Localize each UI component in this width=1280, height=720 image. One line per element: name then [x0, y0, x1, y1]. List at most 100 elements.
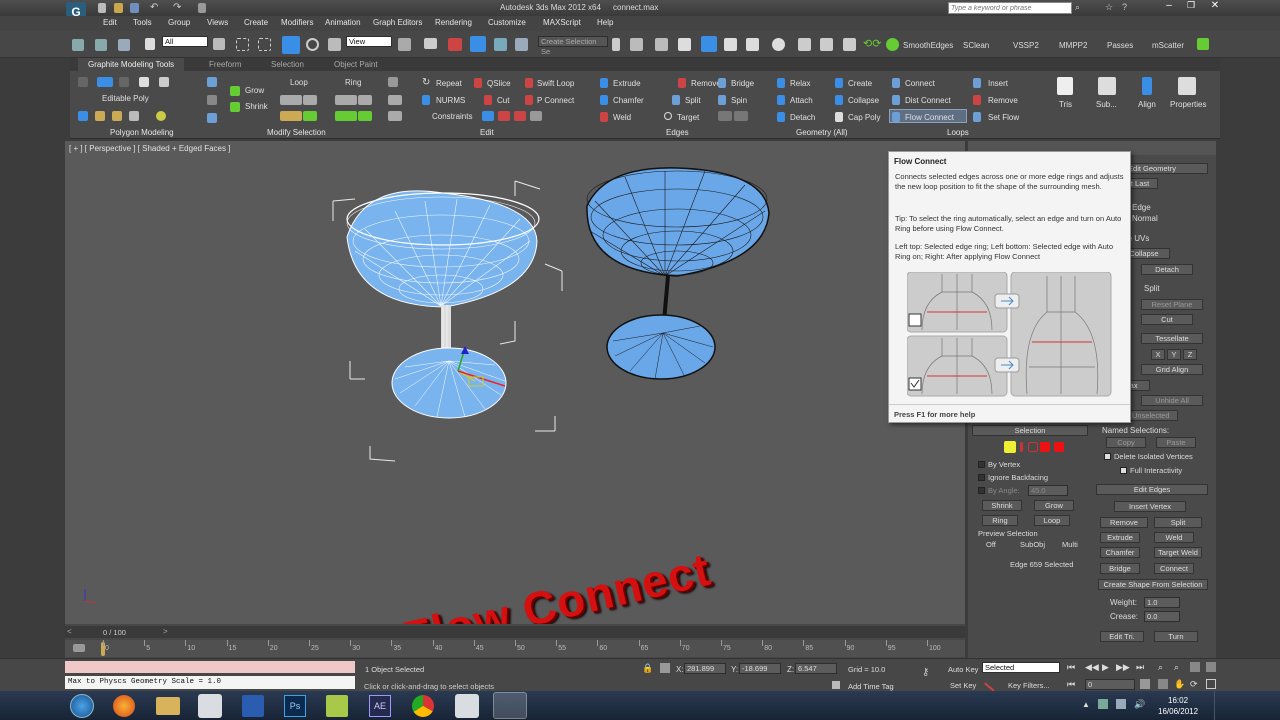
zoom-extents-icon[interactable] [1190, 662, 1200, 672]
weight-spinner[interactable]: 1.0 [1144, 597, 1180, 608]
current-frame-field[interactable]: 0 [1085, 679, 1135, 690]
loop-grow-icon[interactable] [280, 95, 302, 105]
y-coordinate-field[interactable]: -18.699 [739, 663, 781, 674]
set-key-button[interactable]: Set Key [950, 681, 976, 690]
insert-button[interactable]: Insert [988, 79, 1008, 88]
grid-icon[interactable] [1197, 38, 1209, 50]
restore-icon[interactable]: ❐ [1182, 0, 1200, 14]
schematic-view-icon[interactable] [746, 38, 759, 51]
grow-button[interactable]: Grow [245, 86, 264, 95]
save-icon[interactable] [130, 3, 139, 13]
chamfer-icon[interactable] [600, 95, 608, 105]
edge-extra-icon[interactable] [718, 111, 732, 121]
chamfer-button[interactable]: Chamfer [613, 96, 644, 105]
chrome-icon[interactable] [412, 695, 434, 717]
z-button[interactable]: Z [1183, 349, 1197, 360]
goto-start-icon[interactable]: ⏮ [1067, 662, 1075, 673]
bridge-icon[interactable] [718, 78, 726, 88]
redo-icon[interactable]: ↷ [173, 3, 183, 13]
collapse-button[interactable]: Collapse [848, 96, 879, 105]
tray-arrow-icon[interactable]: ▲ [1082, 700, 1090, 709]
scale-icon[interactable] [328, 38, 341, 51]
select-by-icon[interactable] [388, 77, 398, 87]
loop-remove-button[interactable]: Remove [988, 96, 1018, 105]
render-setup-icon[interactable] [798, 38, 811, 51]
pan-icon[interactable]: ✋ [1174, 679, 1185, 690]
mirror-icon[interactable] [612, 38, 620, 51]
loop-panel-button[interactable]: Loop [1034, 515, 1070, 526]
split-icon[interactable] [672, 95, 680, 105]
dot-ring-icon[interactable] [358, 111, 372, 121]
remove-panel-button[interactable]: Remove [1100, 517, 1148, 528]
align-ribbon-icon[interactable] [1142, 77, 1152, 95]
key-icon[interactable]: ⚷ [922, 667, 929, 678]
align-icon[interactable] [630, 38, 643, 51]
tray-icon-1[interactable] [1098, 699, 1108, 709]
smoothedges-button[interactable]: SmoothEdges [903, 41, 953, 50]
show-desktop-button[interactable] [1214, 691, 1226, 720]
remove-icon[interactable] [678, 78, 686, 88]
open-file-icon[interactable] [114, 3, 123, 13]
detach-button[interactable]: Detach [790, 113, 815, 122]
z-coordinate-field[interactable]: 6.547 [795, 663, 837, 674]
constraint-edge-icon[interactable] [498, 111, 510, 121]
loop-button[interactable]: Loop [290, 78, 308, 87]
create-icon[interactable] [835, 78, 843, 88]
graphite-toggle-icon[interactable] [678, 38, 691, 51]
loop-shrink-icon[interactable] [303, 95, 317, 105]
spin-icon[interactable] [718, 95, 726, 105]
set-key-icon[interactable] [984, 676, 1000, 692]
p-connect-icon[interactable] [525, 95, 533, 105]
time-slider[interactable]: 0 / 100 < > [65, 626, 965, 638]
ring-shrink-icon[interactable] [358, 95, 372, 105]
create-button[interactable]: Create [848, 79, 872, 88]
qslice-icon[interactable] [474, 78, 482, 88]
reset-plane-button[interactable]: Reset Plane [1141, 299, 1203, 310]
select-by-name-icon[interactable] [213, 38, 225, 50]
explorer-icon[interactable] [156, 697, 180, 715]
window-crossing-icon[interactable] [258, 38, 271, 51]
create-shape-button[interactable]: Create Shape From Selection [1098, 579, 1208, 590]
menu-tools[interactable]: Tools [133, 18, 152, 27]
material-editor-icon[interactable] [772, 38, 785, 51]
edit-edges-header[interactable]: Edit Edges [1096, 484, 1208, 495]
start-button-icon[interactable] [70, 694, 94, 718]
normal-option[interactable]: Normal [1132, 214, 1158, 223]
search-icon[interactable]: ⌕ [1075, 2, 1080, 13]
volume-icon[interactable]: 🔊 [1134, 699, 1145, 710]
loop-remove-icon[interactable] [973, 95, 981, 105]
after-effects-icon[interactable]: AE [369, 695, 391, 717]
notes-icon[interactable] [326, 695, 348, 717]
menu-views[interactable]: Views [207, 18, 228, 27]
detach-icon[interactable] [777, 112, 785, 122]
edge-mode-icon[interactable] [97, 77, 113, 87]
clock-time[interactable]: 16:02 [1168, 696, 1188, 705]
project-folder-icon[interactable] [198, 3, 206, 13]
undo-icon[interactable]: ↶ [150, 3, 160, 13]
spinner-snap-icon[interactable] [515, 38, 528, 51]
subdivision-button[interactable]: Sub... [1096, 100, 1117, 109]
time-tag-icon[interactable] [832, 681, 840, 689]
preview-subobj-radio[interactable]: SubObj [1020, 540, 1045, 549]
time-config-icon[interactable] [1140, 679, 1150, 689]
tab-freeform[interactable]: Freeform [209, 60, 241, 69]
paste-button[interactable]: Paste [1156, 437, 1196, 448]
extrude-icon[interactable] [600, 78, 608, 88]
vssp2-button[interactable]: VSSP2 [1013, 41, 1039, 50]
nurms-icon[interactable] [422, 95, 430, 105]
collapse-icon[interactable] [835, 95, 843, 105]
full-interactivity-checkbox[interactable] [1120, 467, 1127, 474]
weld-panel-button[interactable]: Weld [1154, 532, 1194, 543]
zoom-icon[interactable]: ⌕ [1158, 662, 1163, 673]
split-button[interactable]: Split [685, 96, 701, 105]
menu-group[interactable]: Group [168, 18, 190, 27]
by-angle-spinner[interactable]: 45.0 [1028, 485, 1068, 496]
unhide-all-button[interactable]: Unhide All [1141, 395, 1203, 406]
clock-date[interactable]: 16/06/2012 [1158, 707, 1198, 716]
editable-poly-label[interactable]: Editable Poly [102, 94, 149, 103]
preserve-uvs-icon[interactable] [156, 111, 166, 121]
network-icon[interactable] [1116, 699, 1126, 709]
insert-icon[interactable] [973, 78, 981, 88]
time-slider-frame[interactable]: 0 / 100 [103, 628, 126, 637]
properties-icon[interactable] [1178, 77, 1196, 95]
